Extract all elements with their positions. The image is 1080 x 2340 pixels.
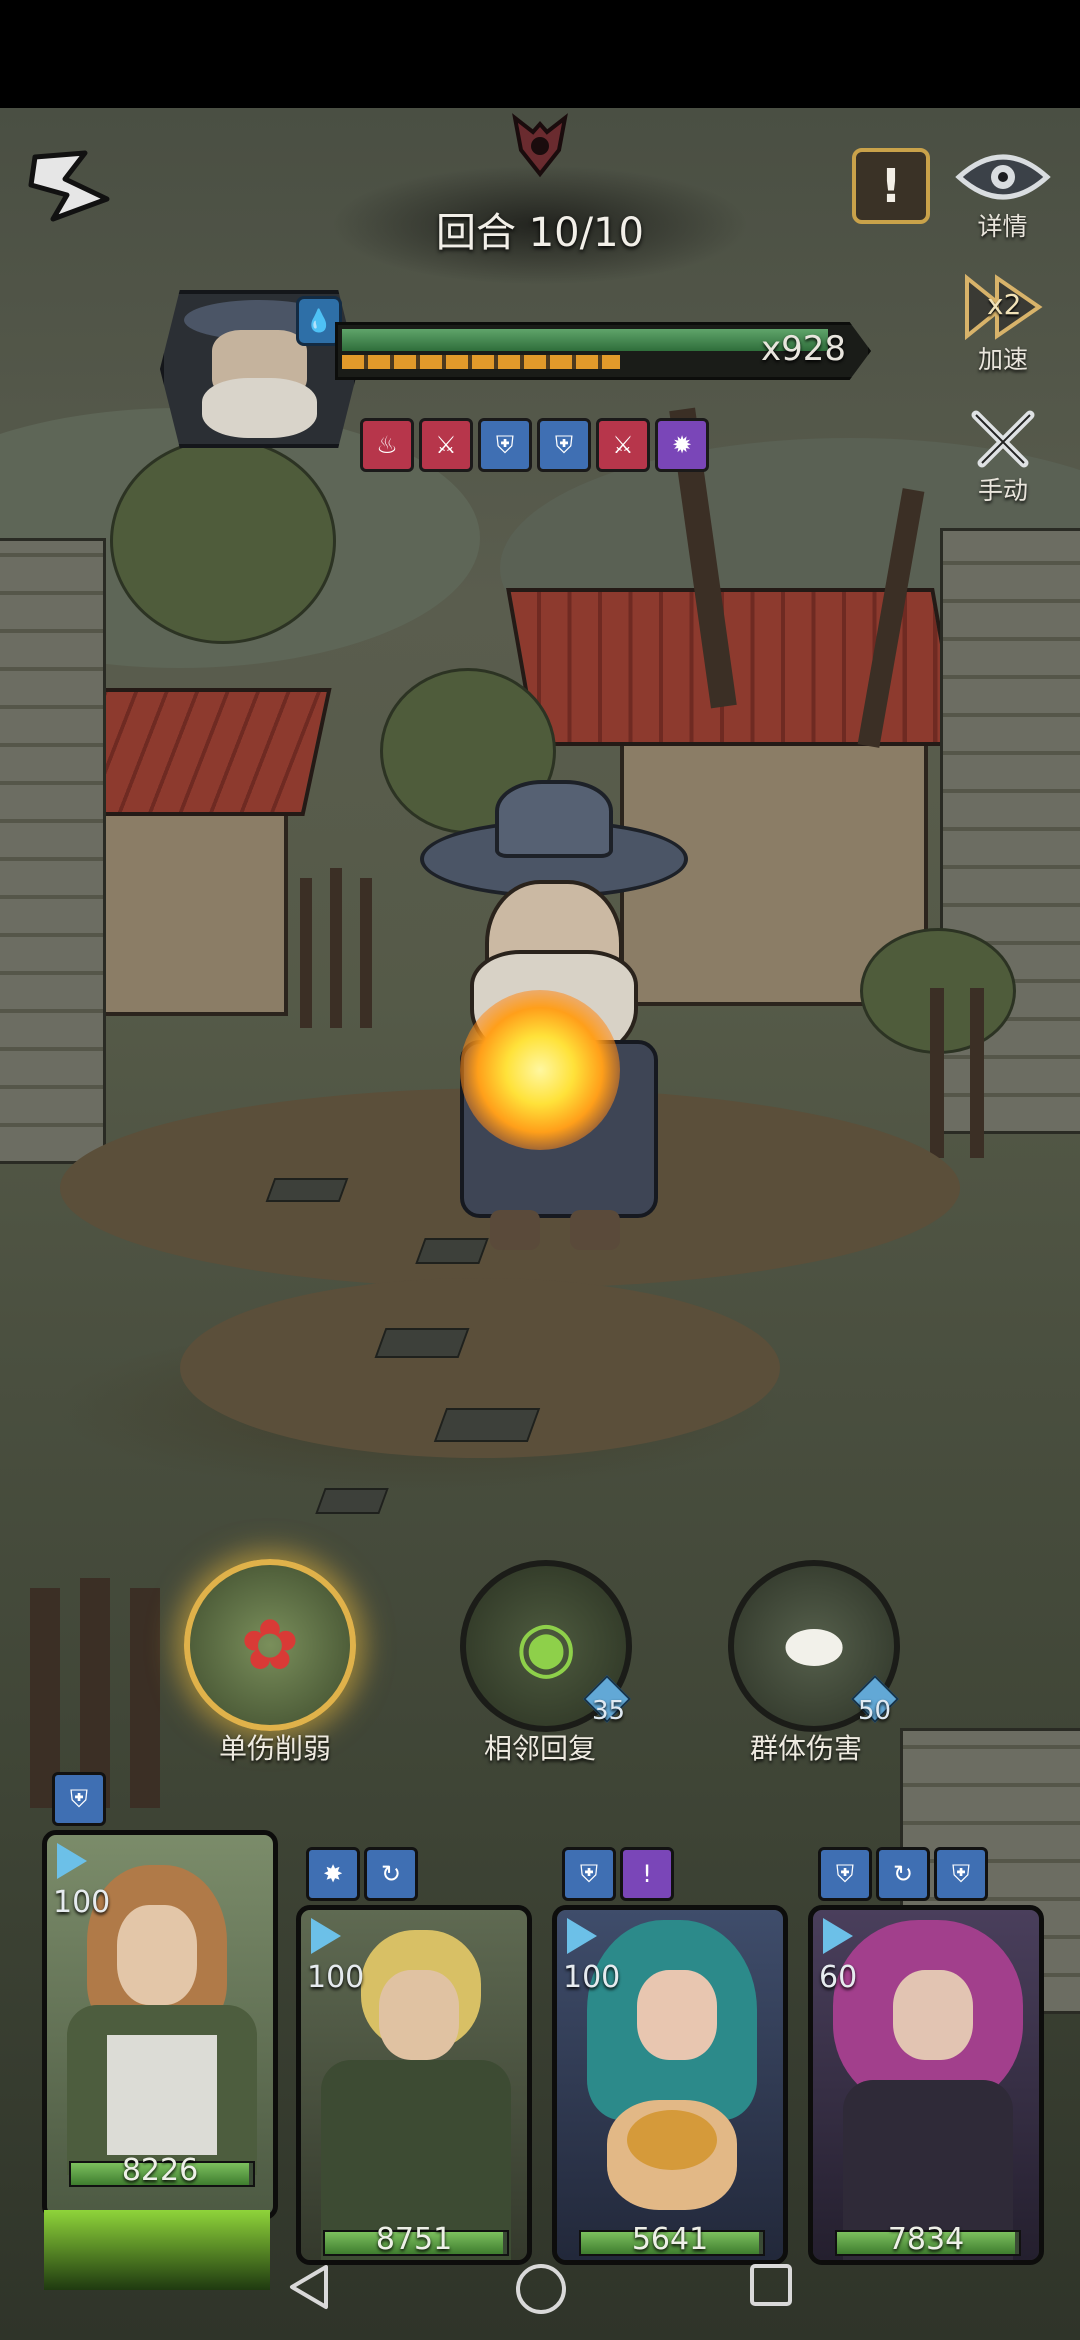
alert-icon: ! bbox=[620, 1847, 674, 1901]
hero-energy-ranger: 100 bbox=[307, 1960, 365, 1995]
eye-icon bbox=[954, 154, 1051, 200]
details-label: 详情 bbox=[977, 212, 1028, 241]
defense-up-icon: ⛨ bbox=[934, 1847, 988, 1901]
status-bar bbox=[0, 0, 1080, 108]
boss-health-bar: x928 bbox=[335, 322, 871, 380]
boss-character[interactable] bbox=[400, 780, 700, 1250]
skill-cost-3: 50 bbox=[858, 1696, 892, 1726]
nav-back-icon[interactable] bbox=[286, 2262, 332, 2312]
hero-card-maid[interactable]: 100 8226 bbox=[42, 1830, 278, 2220]
hero-card-siren[interactable]: 100 5641 bbox=[552, 1905, 788, 2265]
energy-icon bbox=[567, 1918, 597, 1954]
system-nav-bar bbox=[0, 2240, 1080, 2340]
energy-icon bbox=[823, 1918, 853, 1954]
shield-buff-icon: ⛨ bbox=[818, 1847, 872, 1901]
shield-buff-icon: ⛨ bbox=[562, 1847, 616, 1901]
skill-button-1[interactable]: ✿ bbox=[180, 1555, 360, 1735]
hero-energy-siren: 100 bbox=[563, 1960, 621, 1995]
boss-hp-fill bbox=[342, 329, 828, 351]
cycle-buff-icon: ↻ bbox=[364, 1847, 418, 1901]
skill-cost-2: 35 bbox=[592, 1696, 626, 1726]
alert-icon: ! bbox=[880, 159, 902, 213]
defense-up-icon: ⛨ bbox=[537, 418, 591, 472]
crossed-swords-icon bbox=[971, 410, 1035, 467]
crit-buff-icon: ✸ bbox=[306, 1847, 360, 1901]
shield-buff-icon: ⛨ bbox=[52, 1772, 106, 1826]
hero-energy-maid: 100 bbox=[53, 1885, 111, 1920]
skill-label-3: 群体伤害 bbox=[749, 1732, 862, 1765]
attack-down-icon: ⚔ bbox=[596, 418, 650, 472]
details-button[interactable]: 详情 bbox=[950, 140, 1055, 250]
burst-icon: ✹ bbox=[655, 418, 709, 472]
nav-recents-icon[interactable] bbox=[748, 2262, 794, 2308]
boss-portrait-beard bbox=[202, 378, 317, 438]
fast-forward-icon: x2 bbox=[963, 274, 1043, 340]
manual-label: 手动 bbox=[977, 475, 1028, 505]
cycle-buff-icon: ↻ bbox=[876, 1847, 930, 1901]
energy-icon bbox=[311, 1918, 341, 1954]
nav-home-icon[interactable] bbox=[514, 2262, 568, 2316]
hero-energy-witch: 60 bbox=[819, 1960, 858, 1995]
boss-shield-fill bbox=[342, 355, 620, 369]
hero-card-ranger[interactable]: 100 8751 bbox=[296, 1905, 532, 2265]
speed-button[interactable]: x2 加速 bbox=[958, 270, 1048, 380]
attack-down-icon: ⚔ bbox=[419, 418, 473, 472]
skill-label-2: 相邻回复 bbox=[483, 1732, 596, 1765]
energy-icon bbox=[57, 1843, 87, 1879]
fire-down-icon: ♨ bbox=[360, 418, 414, 472]
hero-hp-maid: 8226 bbox=[121, 2153, 199, 2188]
boss-hp-multiplier: x928 bbox=[760, 329, 846, 369]
defense-up-icon: ⛨ bbox=[478, 418, 532, 472]
manual-button[interactable]: 手动 bbox=[958, 405, 1048, 510]
alert-button[interactable]: ! bbox=[852, 148, 930, 224]
rose-wind-icon: ✿ bbox=[184, 1559, 356, 1731]
hero-card-witch[interactable]: 60 7834 bbox=[808, 1905, 1044, 2265]
speed-label: 加速 bbox=[977, 345, 1028, 374]
skill-label-1: 单伤削弱 bbox=[218, 1732, 331, 1765]
speed-badge: x2 bbox=[987, 288, 1022, 321]
fire-orb-effect bbox=[460, 990, 620, 1150]
